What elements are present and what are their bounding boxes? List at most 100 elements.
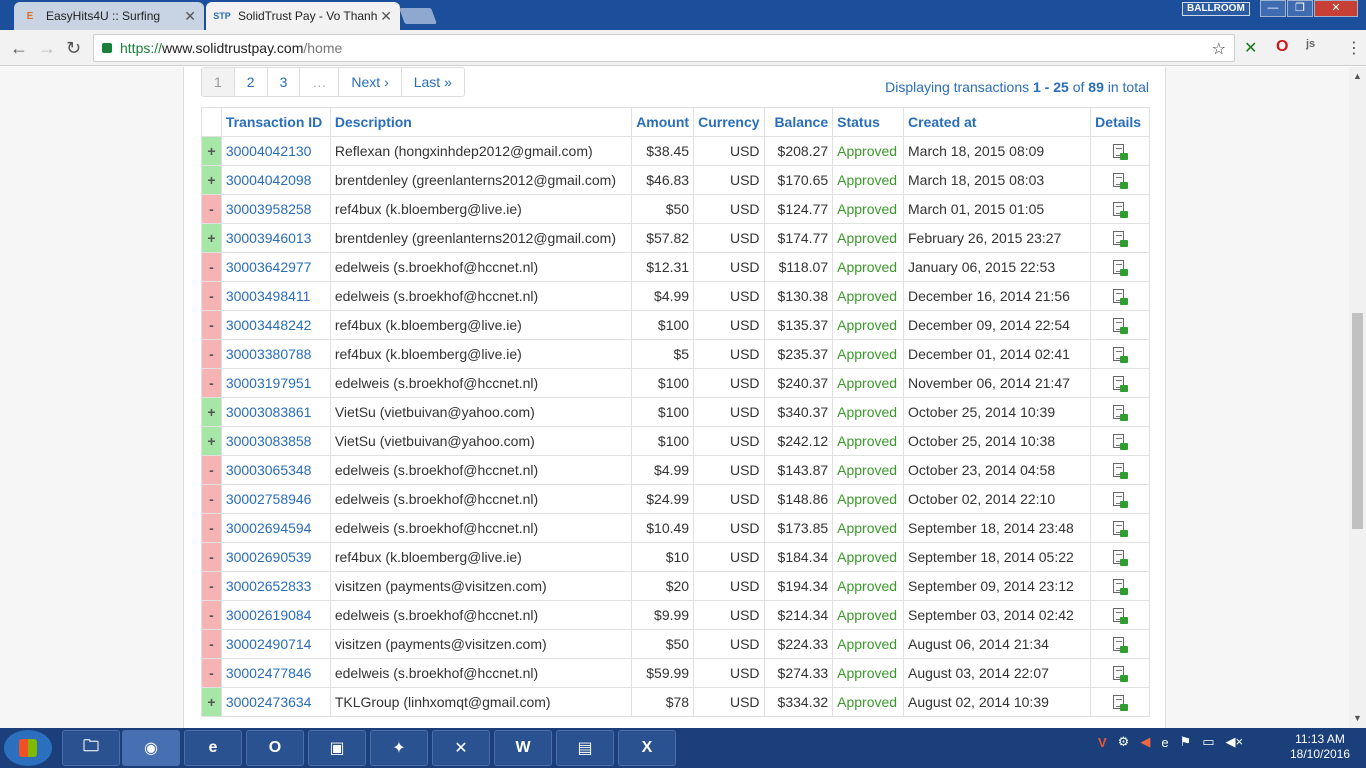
header-currency[interactable]: Currency xyxy=(693,107,765,137)
header-status[interactable]: Status xyxy=(832,107,904,137)
details-document-icon[interactable] xyxy=(1112,375,1129,392)
transaction-id-link[interactable]: 30002758946 xyxy=(220,484,331,514)
tray-speaker-icon[interactable]: ◀ xyxy=(1140,734,1150,750)
page-link-3[interactable]: 3 xyxy=(268,68,301,96)
details-document-icon[interactable] xyxy=(1112,346,1129,363)
details-document-icon[interactable] xyxy=(1112,607,1129,624)
transaction-id-link[interactable]: 30003498411 xyxy=(220,281,331,311)
extension-x-icon[interactable]: ✕ xyxy=(1244,38,1257,58)
taskbar-excel-icon[interactable]: X xyxy=(618,730,676,766)
minimize-button[interactable]: — xyxy=(1260,0,1286,17)
transaction-id-link[interactable]: 30003448242 xyxy=(220,310,331,340)
new-tab-button[interactable] xyxy=(399,8,437,24)
page-scrollbar[interactable]: ▲ ▼ xyxy=(1349,67,1366,728)
next-page-link[interactable]: Next › xyxy=(339,68,402,96)
profile-button[interactable]: BALLROOM xyxy=(1182,2,1250,16)
page-link-2[interactable]: 2 xyxy=(235,68,268,96)
taskbar-word-icon[interactable]: W xyxy=(494,730,552,766)
tray-ie-icon[interactable]: e xyxy=(1161,735,1168,750)
balance-cell: $334.32 xyxy=(763,687,834,717)
taskbar-network-icon[interactable]: ✦ xyxy=(370,730,428,766)
reload-icon[interactable]: ↻ xyxy=(66,38,81,59)
scroll-down-arrow-icon[interactable]: ▼ xyxy=(1353,713,1362,723)
last-page-link[interactable]: Last » xyxy=(402,68,464,96)
tray-volume-icon[interactable]: ◀× xyxy=(1226,734,1244,750)
forward-arrow-icon[interactable]: → xyxy=(38,38,56,59)
details-document-icon[interactable] xyxy=(1112,230,1129,247)
amount-cell: $9.99 xyxy=(631,600,695,630)
taskbar-clock[interactable]: 11:13 AM 18/10/2016 xyxy=(1280,732,1360,762)
transaction-id-link[interactable]: 30002694594 xyxy=(220,513,331,543)
scrollbar-thumb[interactable] xyxy=(1352,313,1363,529)
description-cell: brentdenley (greenlanterns2012@gmail.com… xyxy=(329,165,633,195)
transaction-id-link[interactable]: 30003197951 xyxy=(220,368,331,398)
transaction-id-link[interactable]: 30003065348 xyxy=(220,455,331,485)
description-cell: VietSu (vietbuivan@yahoo.com) xyxy=(329,397,633,427)
transaction-id-link[interactable]: 30004042098 xyxy=(220,165,331,195)
transaction-id-link[interactable]: 30003083858 xyxy=(220,426,331,456)
details-cell xyxy=(1090,252,1150,282)
close-icon[interactable]: ✕ xyxy=(184,8,196,25)
tab-easyhits4u[interactable]: E EasyHits4U :: Surfing ✕ xyxy=(14,2,204,30)
start-button[interactable] xyxy=(4,730,52,766)
opera-extension-icon[interactable]: O xyxy=(1276,38,1288,56)
details-document-icon[interactable] xyxy=(1112,172,1129,189)
header-amount[interactable]: Amount xyxy=(631,107,695,137)
details-document-icon[interactable] xyxy=(1112,462,1129,479)
taskbar-xampp-icon[interactable]: ✕ xyxy=(432,730,490,766)
details-document-icon[interactable] xyxy=(1112,259,1129,276)
page-link-1[interactable]: 1 xyxy=(202,68,235,96)
details-document-icon[interactable] xyxy=(1112,201,1129,218)
transaction-id-link[interactable]: 30002490714 xyxy=(220,629,331,659)
balance-cell: $274.33 xyxy=(763,658,834,688)
menu-dots-icon[interactable]: ⋮ xyxy=(1346,38,1362,58)
taskbar-control-panel-icon[interactable]: ▣ xyxy=(308,730,366,766)
details-document-icon[interactable] xyxy=(1112,665,1129,682)
transaction-id-link[interactable]: 30002690539 xyxy=(220,542,331,572)
details-document-icon[interactable] xyxy=(1112,288,1129,305)
details-document-icon[interactable] xyxy=(1112,694,1129,711)
scroll-up-arrow-icon[interactable]: ▲ xyxy=(1353,71,1362,81)
taskbar-viewer-icon[interactable]: ▤ xyxy=(556,730,614,766)
header-balance[interactable]: Balance xyxy=(763,107,834,137)
transaction-id-link[interactable]: 30002477846 xyxy=(220,658,331,688)
details-document-icon[interactable] xyxy=(1112,433,1129,450)
back-arrow-icon[interactable]: ← xyxy=(10,38,28,59)
address-bar[interactable]: https:// www.solidtrustpay.com /home ☆ xyxy=(93,34,1235,62)
details-document-icon[interactable] xyxy=(1112,317,1129,334)
details-document-icon[interactable] xyxy=(1112,578,1129,595)
taskbar-ie-icon[interactable]: e xyxy=(184,730,242,766)
transaction-id-link[interactable]: 30003642977 xyxy=(220,252,331,282)
transaction-id-link[interactable]: 30002619084 xyxy=(220,600,331,630)
details-document-icon[interactable] xyxy=(1112,549,1129,566)
tray-network-icon[interactable]: ⚙ xyxy=(1118,734,1130,750)
transaction-id-link[interactable]: 30004042130 xyxy=(220,136,331,166)
transaction-id-link[interactable]: 30003380788 xyxy=(220,339,331,369)
status-cell: Approved xyxy=(832,455,904,485)
tab-solidtrustpay[interactable]: STP SolidTrust Pay - Vo Thanh ✕ xyxy=(206,2,400,30)
header-description[interactable]: Description xyxy=(329,107,633,137)
window-close-button[interactable]: ✕ xyxy=(1314,0,1358,17)
transaction-id-link[interactable]: 30003946013 xyxy=(220,223,331,253)
taskbar-chrome-icon[interactable]: ◉ xyxy=(122,730,180,766)
details-document-icon[interactable] xyxy=(1112,404,1129,421)
bookmark-star-icon[interactable]: ☆ xyxy=(1212,39,1226,59)
taskbar-explorer-icon[interactable]: 🗀 xyxy=(62,730,120,766)
details-document-icon[interactable] xyxy=(1112,520,1129,537)
details-document-icon[interactable] xyxy=(1112,491,1129,508)
taskbar-outlook-icon[interactable]: O xyxy=(246,730,304,766)
details-document-icon[interactable] xyxy=(1112,636,1129,653)
js-extension-icon[interactable]: js xyxy=(1306,38,1315,50)
maximize-button[interactable]: ❐ xyxy=(1287,0,1313,17)
transaction-id-link[interactable]: 30002652833 xyxy=(220,571,331,601)
header-created-at[interactable]: Created at xyxy=(902,107,1092,137)
details-document-icon[interactable] xyxy=(1112,143,1129,160)
transaction-id-link[interactable]: 30002473634 xyxy=(220,687,331,717)
transaction-id-link[interactable]: 30003958258 xyxy=(220,194,331,224)
tray-v-icon[interactable]: V xyxy=(1098,735,1107,750)
tray-monitor-icon[interactable]: ▭ xyxy=(1202,734,1214,750)
transaction-id-link[interactable]: 30003083861 xyxy=(220,397,331,427)
header-transaction-id[interactable]: Transaction ID xyxy=(220,107,331,137)
close-icon[interactable]: ✕ xyxy=(380,8,392,25)
tray-flag-icon[interactable]: ⚑ xyxy=(1180,734,1192,750)
